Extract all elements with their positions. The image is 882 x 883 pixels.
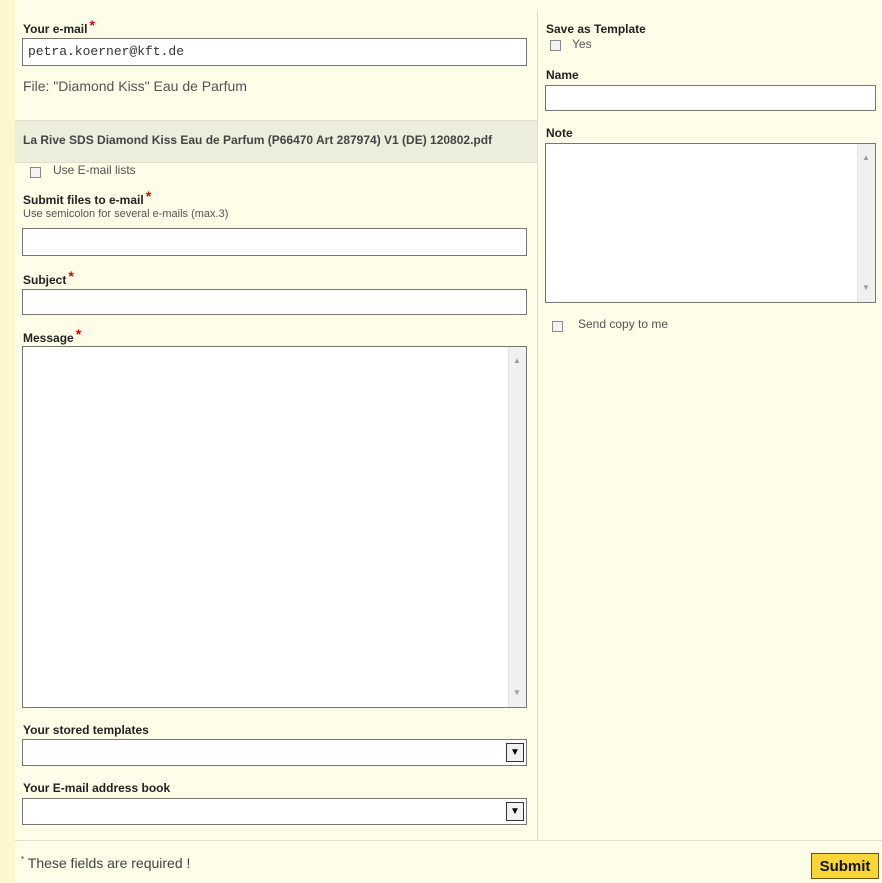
submit-to-label: Submit files to e-mail *	[23, 188, 152, 207]
required-star: *	[75, 326, 82, 342]
template-name-input[interactable]	[545, 85, 876, 111]
send-copy-checkbox[interactable]	[552, 321, 563, 332]
message-scrollbar[interactable]: ▲ ▼	[508, 347, 526, 707]
file-name: La Rive SDS Diamond Kiss Eau de Parfum (…	[23, 133, 493, 147]
your-email-label: Your e-mail *	[23, 17, 95, 36]
note-label: Note	[546, 126, 573, 140]
note-scrollbar[interactable]: ▲ ▼	[857, 144, 875, 302]
address-book-label: Your E-mail address book	[23, 781, 171, 795]
submit-button[interactable]: Submit	[811, 853, 879, 879]
required-star: *	[68, 268, 74, 284]
subject-label: Subject *	[23, 268, 74, 287]
dropdown-arrow-icon[interactable]: ▼	[506, 802, 524, 821]
save-template-yes-label: Yes	[572, 37, 592, 51]
message-textarea[interactable]: ▲ ▼	[22, 346, 527, 708]
dropdown-arrow-icon[interactable]: ▼	[506, 743, 524, 762]
subject-input[interactable]	[22, 289, 527, 315]
address-book-select[interactable]: ▼	[22, 798, 527, 825]
form-footer: * These fields are required ! Submit	[15, 840, 882, 883]
your-email-input[interactable]: petra.koerner@kft.de	[22, 38, 527, 66]
save-template-label: Save as Template	[546, 22, 646, 36]
scroll-down-icon[interactable]: ▼	[862, 284, 870, 292]
send-copy-label: Send copy to me	[578, 317, 669, 331]
submit-to-hint: Use semicolon for several e-mails (max.3…	[23, 208, 229, 220]
required-note-text: These fields are required !	[24, 855, 191, 871]
submit-to-label-text: Submit files to e-mail	[23, 193, 144, 207]
file-title: File: "Diamond Kiss" Eau de Parfum	[23, 78, 247, 94]
stored-templates-label: Your stored templates	[23, 723, 149, 737]
save-template-yes-checkbox[interactable]	[550, 40, 561, 51]
use-email-lists-label: Use E-mail lists	[53, 163, 136, 177]
message-label: Message *	[23, 326, 82, 345]
template-name-label: Name	[546, 68, 579, 82]
scroll-up-icon[interactable]: ▲	[862, 154, 870, 162]
use-email-lists-checkbox[interactable]	[30, 167, 41, 178]
required-note: * These fields are required !	[21, 855, 190, 871]
left-edge-strip	[0, 0, 15, 882]
right-column: Save as Template Yes Name Note ▲ ▼ Send …	[538, 10, 882, 840]
stored-templates-select[interactable]: ▼	[22, 739, 527, 766]
email-files-form: Your e-mail * petra.koerner@kft.de File: …	[0, 0, 882, 883]
scroll-down-icon[interactable]: ▼	[513, 689, 521, 697]
note-textarea[interactable]: ▲ ▼	[545, 143, 876, 303]
message-label-text: Message	[23, 331, 74, 345]
your-email-label-text: Your e-mail	[23, 22, 88, 36]
required-star: *	[89, 17, 95, 33]
submit-to-input[interactable]	[22, 228, 527, 256]
subject-label-text: Subject	[23, 273, 67, 287]
file-name-bar: La Rive SDS Diamond Kiss Eau de Parfum (…	[15, 120, 537, 163]
required-star: *	[145, 188, 152, 204]
left-column: Your e-mail * petra.koerner@kft.de File: …	[15, 10, 538, 840]
scroll-up-icon[interactable]: ▲	[513, 357, 521, 365]
